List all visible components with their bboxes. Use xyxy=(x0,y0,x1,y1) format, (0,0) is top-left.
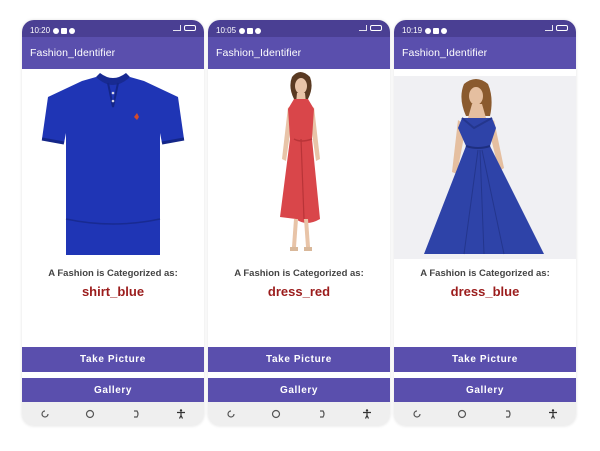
home-icon[interactable] xyxy=(455,407,469,421)
red-dress-image xyxy=(280,72,320,251)
status-bar: 10:05 xyxy=(208,20,390,37)
signal-icon xyxy=(545,25,553,31)
system-nav-bar xyxy=(22,402,204,426)
status-time: 10:20 xyxy=(30,26,51,35)
notification-icons xyxy=(53,27,76,34)
category-value: dress_red xyxy=(267,284,331,299)
chat-icon xyxy=(53,27,60,34)
take-picture-button[interactable]: Take Picture xyxy=(394,347,576,372)
home-icon[interactable] xyxy=(269,407,283,421)
gallery-button[interactable]: Gallery xyxy=(208,378,390,403)
phone-screen-red-dress: 10:05 Fashion_Identifier A Fashion is Ca… xyxy=(208,20,390,426)
phone-screen-blue-dress: 10:19 Fashion_Identifier A Fashion is Ca… xyxy=(394,20,576,426)
app-bar-title: Fashion_Identifier xyxy=(22,37,204,69)
status-time: 10:05 xyxy=(216,26,237,35)
status-time: 10:19 xyxy=(402,26,423,35)
back-icon[interactable] xyxy=(501,407,515,421)
notification-icons xyxy=(425,27,448,34)
battery-icon xyxy=(370,25,382,31)
polo-shirt-image xyxy=(41,73,185,255)
shield-icon xyxy=(255,27,262,34)
clothing-image-shirt xyxy=(22,69,204,259)
system-indicators xyxy=(359,25,382,31)
back-icon[interactable] xyxy=(315,407,329,421)
app-bar-title: Fashion_Identifier xyxy=(208,37,390,69)
category-label: A Fashion is Categorized as: xyxy=(420,268,550,279)
recent-apps-icon[interactable] xyxy=(224,407,238,421)
clothing-image-blue-dress xyxy=(394,76,576,259)
status-bar: 10:20 xyxy=(22,20,204,37)
category-label: A Fashion is Categorized as: xyxy=(234,268,364,279)
chat-icon xyxy=(239,27,246,34)
battery-icon xyxy=(556,25,568,31)
status-bar: 10:19 xyxy=(394,20,576,37)
home-icon[interactable] xyxy=(83,407,97,421)
system-indicators xyxy=(545,25,568,31)
gallery-button[interactable]: Gallery xyxy=(22,378,204,403)
recent-apps-icon[interactable] xyxy=(410,407,424,421)
notification-icons xyxy=(239,27,262,34)
category-value: dress_blue xyxy=(450,284,520,299)
chat-icon xyxy=(425,27,432,34)
gallery-button[interactable]: Gallery xyxy=(394,378,576,403)
clothing-image-red-dress xyxy=(208,69,390,259)
battery-icon xyxy=(184,25,196,31)
blue-gown-image xyxy=(424,79,544,255)
signal-icon xyxy=(173,25,181,31)
phone-screen-shirt: 10:20 Fashion_Identifier A Fashion is Ca… xyxy=(22,20,204,426)
signal-icon xyxy=(359,25,367,31)
system-indicators xyxy=(173,25,196,31)
shield-icon xyxy=(69,27,76,34)
shield-icon xyxy=(441,27,448,34)
app-bar-title: Fashion_Identifier xyxy=(394,37,576,69)
system-nav-bar xyxy=(394,402,576,426)
app-notification-icon xyxy=(61,27,68,34)
app-notification-icon xyxy=(247,27,254,34)
back-icon[interactable] xyxy=(129,407,143,421)
category-label: A Fashion is Categorized as: xyxy=(48,268,178,279)
accessibility-icon[interactable] xyxy=(174,407,188,421)
take-picture-button[interactable]: Take Picture xyxy=(22,347,204,372)
accessibility-icon[interactable] xyxy=(360,407,374,421)
accessibility-icon[interactable] xyxy=(546,407,560,421)
app-notification-icon xyxy=(433,27,440,34)
category-value: shirt_blue xyxy=(81,284,145,299)
system-nav-bar xyxy=(208,402,390,426)
take-picture-button[interactable]: Take Picture xyxy=(208,347,390,372)
recent-apps-icon[interactable] xyxy=(38,407,52,421)
